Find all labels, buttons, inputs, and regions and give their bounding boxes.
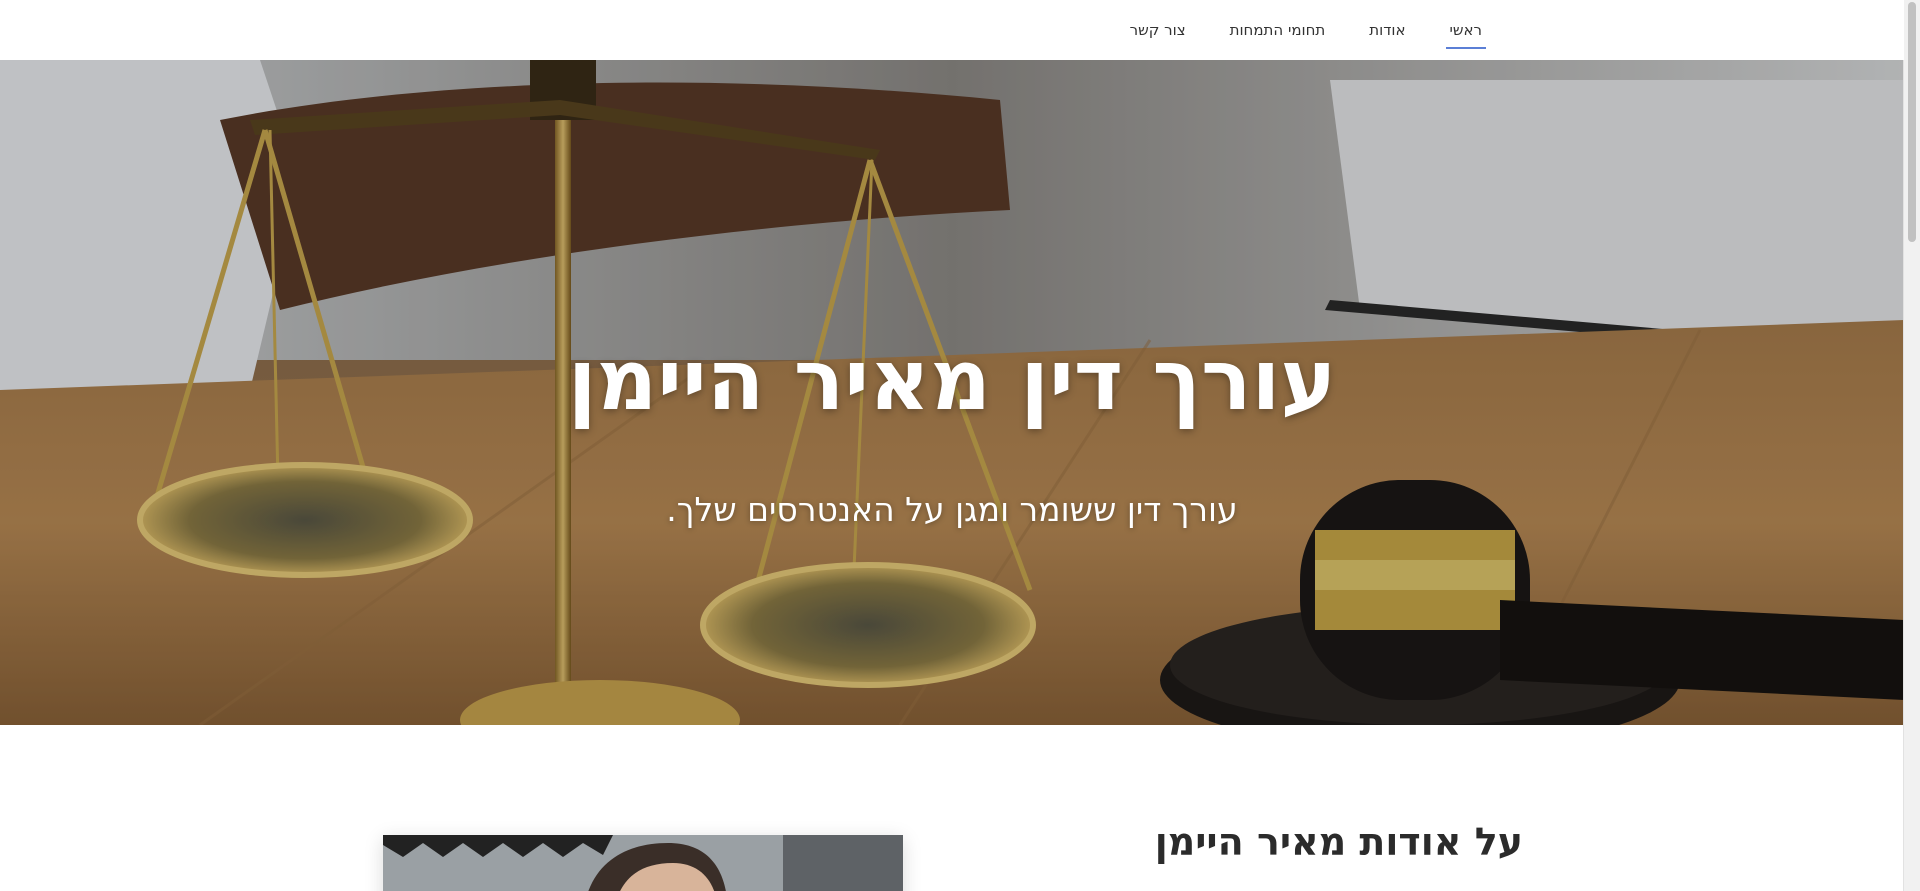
- nav-item-about[interactable]: אודות: [1347, 3, 1427, 57]
- about-heading: על אודות מאיר היימן: [1154, 820, 1523, 864]
- hero-banner: עורך דין מאיר היימן עורך דין ששומר ומגן …: [0, 60, 1904, 725]
- nav-item-contact[interactable]: צור קשר: [1108, 3, 1208, 57]
- scrollbar-thumb[interactable]: [1908, 2, 1916, 242]
- about-photo: [383, 835, 903, 891]
- nav-list: ראשי אודות תחומי התמחות צור קשר: [1108, 0, 1504, 60]
- scrollbar[interactable]: [1903, 0, 1920, 891]
- page: ראשי אודות תחומי התמחות צור קשר עורך דין…: [0, 0, 1920, 891]
- portrait-image: [383, 835, 903, 891]
- hero-subtitle: עורך דין ששומר ומגן על האנטרסים שלך.: [666, 490, 1238, 529]
- nav-item-expertise[interactable]: תחומי התמחות: [1208, 3, 1348, 57]
- nav-item-home[interactable]: ראשי: [1428, 3, 1504, 57]
- top-navigation: ראשי אודות תחומי התמחות צור קשר: [0, 0, 1904, 60]
- hero-title: עורך דין מאיר היימן: [567, 331, 1337, 429]
